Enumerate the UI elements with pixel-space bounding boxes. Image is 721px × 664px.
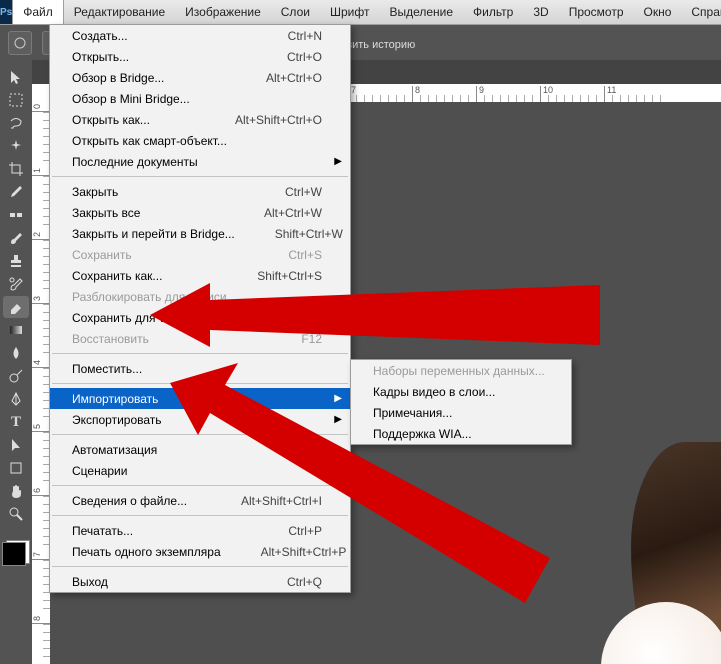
menu-item-label: Закрыть <box>72 185 245 199</box>
path-select-tool-icon[interactable] <box>3 434 29 456</box>
ruler-mark: 1 <box>32 168 50 176</box>
menu-item-label: Закрыть все <box>72 206 224 220</box>
menubar-item-окно[interactable]: Окно <box>634 0 682 24</box>
color-swatches[interactable] <box>2 536 30 564</box>
gradient-tool-icon[interactable] <box>3 319 29 341</box>
ruler-mark: 4 <box>32 360 50 368</box>
menubar-item-слои[interactable]: Слои <box>271 0 320 24</box>
zoom-tool-icon[interactable] <box>3 503 29 525</box>
menu-item[interactable]: Обзор в Mini Bridge... <box>50 88 350 109</box>
ruler-mark: 5 <box>32 424 50 432</box>
menu-item-shortcut: Alt+Ctrl+W <box>264 206 322 220</box>
eraser-tool-icon[interactable] <box>3 296 29 318</box>
menu-item-shortcut: Shift+Ctrl+W <box>275 227 343 241</box>
ruler-mark: 8 <box>412 86 420 102</box>
menubar-item-редактирование[interactable]: Редактирование <box>64 0 175 24</box>
shape-tool-icon[interactable] <box>3 457 29 479</box>
pen-tool-icon[interactable] <box>3 388 29 410</box>
menu-item-shortcut: Ctrl+N <box>288 29 322 43</box>
eyedropper-tool-icon[interactable] <box>3 181 29 203</box>
menu-item-label: Открыть... <box>72 50 247 64</box>
menubar: Ps ФайлРедактированиеИзображениеСлоиШриф… <box>0 0 721 25</box>
history-brush-tool-icon[interactable] <box>3 273 29 295</box>
ruler-mark: 10 <box>540 86 553 102</box>
submenu-arrow-icon: ▶ <box>334 156 342 167</box>
wand-tool-icon[interactable] <box>3 135 29 157</box>
menu-item-label: Обзор в Bridge... <box>72 71 226 85</box>
move-tool-icon[interactable] <box>3 66 29 88</box>
menubar-item-3d[interactable]: 3D <box>523 0 558 24</box>
menu-separator <box>52 176 348 177</box>
menu-item[interactable]: Обзор в Bridge... Alt+Ctrl+O <box>50 67 350 88</box>
document-image <box>631 442 721 664</box>
menubar-item-справ[interactable]: Справ <box>681 0 721 24</box>
annotation-arrow-1 <box>150 275 610 355</box>
tool-column: T <box>0 60 32 564</box>
menu-item[interactable]: Закрыть и перейти в Bridge... Shift+Ctrl+… <box>50 223 350 244</box>
dodge-tool-icon[interactable] <box>3 365 29 387</box>
lasso-tool-icon[interactable] <box>3 112 29 134</box>
app-logo: Ps <box>0 0 12 24</box>
ruler-mark: 3 <box>32 296 50 304</box>
menubar-item-выделение[interactable]: Выделение <box>379 0 463 24</box>
menu-item[interactable]: Последние документы ▶ <box>50 151 350 172</box>
menu-item-shortcut: Ctrl+W <box>285 185 322 199</box>
fg-color-swatch[interactable] <box>2 542 26 566</box>
type-tool-icon[interactable]: T <box>3 411 29 433</box>
menubar-item-изображение[interactable]: Изображение <box>175 0 271 24</box>
ruler-mark: 11 <box>604 86 616 102</box>
menu-item[interactable]: Закрыть все Alt+Ctrl+W <box>50 202 350 223</box>
menu-item: Сохранить Ctrl+S <box>50 244 350 265</box>
menubar-item-фильтр[interactable]: Фильтр <box>463 0 523 24</box>
menu-item[interactable]: Закрыть Ctrl+W <box>50 181 350 202</box>
brush-preset-icon[interactable] <box>8 31 32 55</box>
ruler-vertical: 0123456789 <box>32 102 50 664</box>
menu-item-shortcut: Ctrl+S <box>288 248 322 262</box>
menubar-item-шрифт[interactable]: Шрифт <box>320 0 379 24</box>
menu-item-shortcut: Alt+Ctrl+O <box>266 71 322 85</box>
menu-item[interactable]: Открыть как... Alt+Shift+Ctrl+O <box>50 109 350 130</box>
brush-tool-icon[interactable] <box>3 227 29 249</box>
menu-item-label: Открыть как... <box>72 113 195 127</box>
stamp-tool-icon[interactable] <box>3 250 29 272</box>
hand-tool-icon[interactable] <box>3 480 29 502</box>
menu-item-label: Открыть как смарт-объект... <box>72 134 322 148</box>
ruler-mark: 9 <box>476 86 484 102</box>
ruler-mark: 2 <box>32 232 50 240</box>
menu-item[interactable]: Создать... Ctrl+N <box>50 25 350 46</box>
marquee-tool-icon[interactable] <box>3 89 29 111</box>
menu-item[interactable]: Открыть как смарт-объект... <box>50 130 350 151</box>
menu-item-label: Закрыть и перейти в Bridge... <box>72 227 235 241</box>
ruler-mark: 8 <box>32 616 50 624</box>
menubar-item-просмотр[interactable]: Просмотр <box>559 0 634 24</box>
menubar-item-файл[interactable]: Файл <box>12 0 64 24</box>
menu-item-shortcut: Alt+Shift+Ctrl+O <box>235 113 322 127</box>
ruler-mark: 7 <box>32 552 50 560</box>
crop-tool-icon[interactable] <box>3 158 29 180</box>
menu-item-label: Создать... <box>72 29 248 43</box>
menu-item[interactable]: Открыть... Ctrl+O <box>50 46 350 67</box>
menu-item-label: Обзор в Mini Bridge... <box>72 92 322 106</box>
blur-tool-icon[interactable] <box>3 342 29 364</box>
menu-item-shortcut: Ctrl+O <box>287 50 322 64</box>
heal-tool-icon[interactable] <box>3 204 29 226</box>
ruler-mark: 6 <box>32 488 50 496</box>
menu-item-label: Последние документы <box>72 155 322 169</box>
annotation-arrow-2 <box>170 363 570 603</box>
ruler-mark: 0 <box>32 104 50 112</box>
menu-item-label: Сохранить <box>72 248 248 262</box>
